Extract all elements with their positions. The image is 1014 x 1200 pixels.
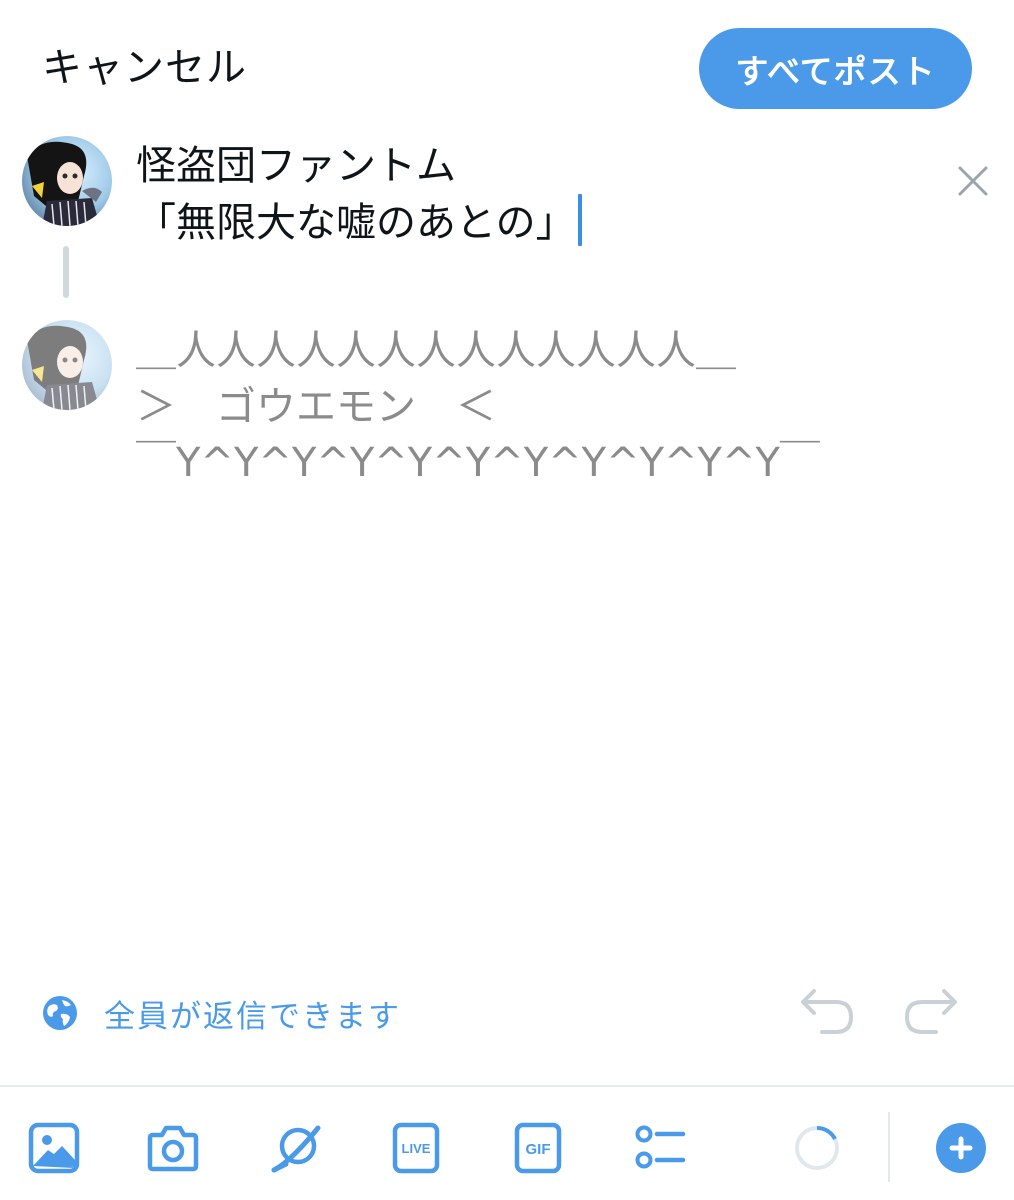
live-icon[interactable]: LIVE [392,1122,440,1174]
tweet-2-line-3: ￣Y^Y^Y^Y^Y^Y^Y^Y^Y^Y^Y￣ [136,440,820,486]
tweet-1-line-2: 「無限大な嘘のあとの」 [136,200,576,246]
globe-icon [43,996,77,1030]
gif-icon[interactable]: GIF [514,1122,562,1174]
close-icon[interactable] [955,163,991,199]
undo-icon[interactable] [798,985,856,1037]
toolbar-divider [0,1085,1014,1087]
toolbar-separator [888,1112,890,1182]
camera-icon[interactable] [147,1122,199,1174]
planet-icon[interactable] [270,1122,324,1174]
thread-tweet-2-input[interactable]: ＿人人人人人人人人人人人人人＿ ＞ ゴウエモン ＜ ￣Y^Y^Y^Y^Y^Y^Y… [136,323,820,491]
reply-setting-label: 全員が返信できます [104,998,401,1035]
live-label: LIVE [402,1141,431,1156]
avatar [22,320,112,410]
avatar[interactable] [22,136,112,226]
thread-connector-line [63,246,69,298]
redo-icon[interactable] [902,985,960,1037]
thread-tweet-1-input[interactable]: 怪盗団ファントム 「無限大な嘘のあとの」 [136,138,582,251]
cancel-button[interactable]: キャンセル [42,44,247,92]
character-count-ring [795,1125,839,1170]
compose-screen: キャンセル すべてポスト 怪盗団ファントム 「無限大な嘘のあとの」 ＿人人人人人… [0,0,1014,1200]
reply-setting-button[interactable]: 全員が返信できます [42,992,401,1035]
gif-label: GIF [526,1141,551,1158]
image-icon[interactable] [28,1122,80,1174]
tweet-2-line-2: ＞ ゴウエモン ＜ [136,384,496,430]
poll-icon[interactable] [634,1122,686,1174]
tweet-1-line-1: 怪盗団ファントム [136,143,456,189]
tweet-2-line-1: ＿人人人人人人人人人人人人人＿ [136,328,736,374]
text-cursor [577,194,582,246]
post-all-button[interactable]: すべてポスト [699,28,972,109]
add-tweet-icon [949,1136,973,1160]
add-tweet-button[interactable] [936,1123,986,1173]
